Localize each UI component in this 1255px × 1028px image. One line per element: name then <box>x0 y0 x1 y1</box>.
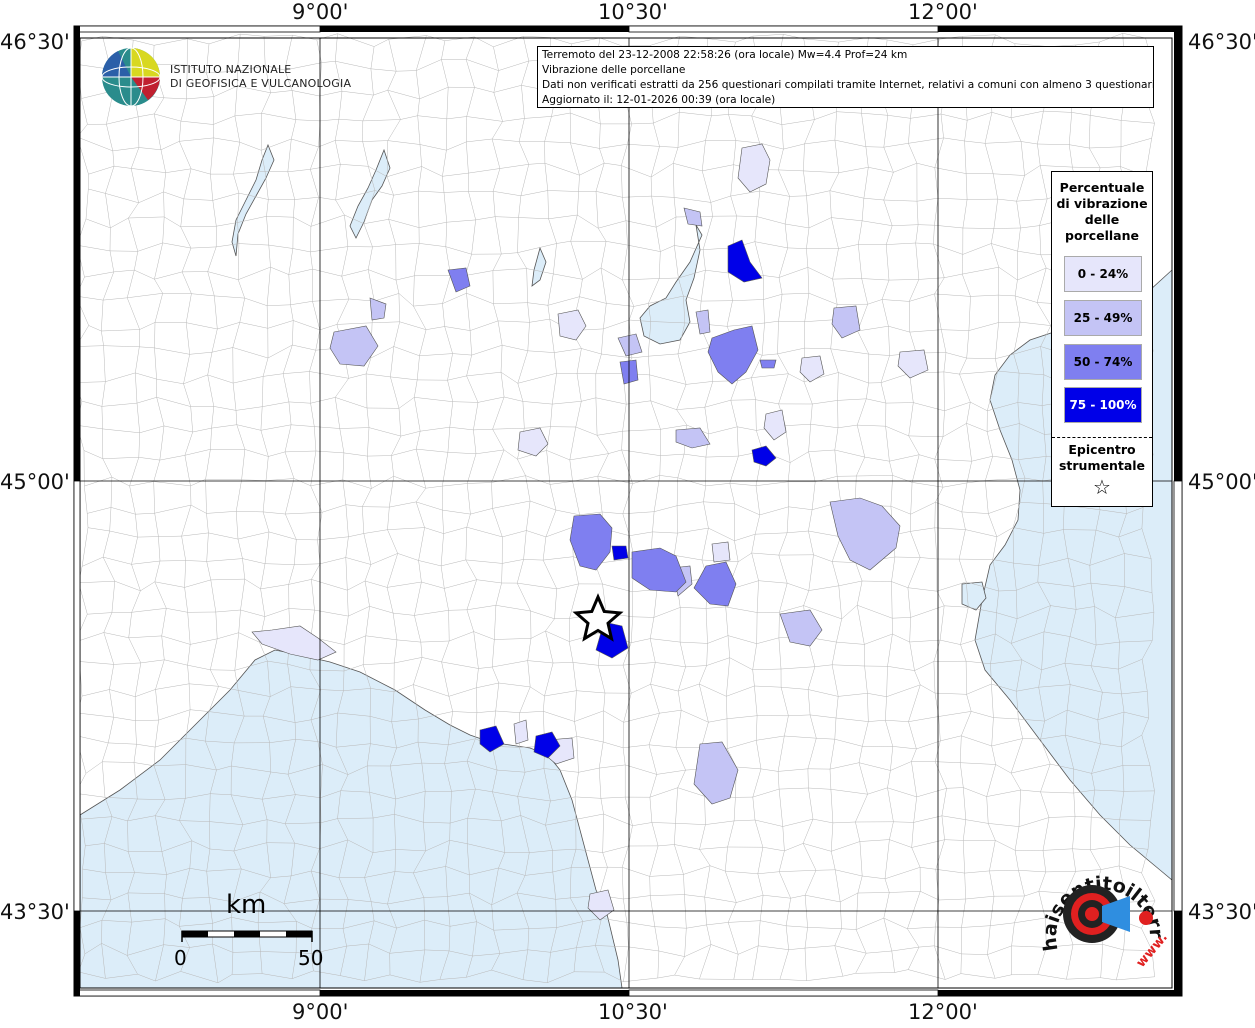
lat-label-right: 45°00' <box>1188 470 1255 494</box>
legend-class-label: 50 - 74% <box>1073 355 1133 369</box>
lon-label-top: 12°00' <box>908 0 978 24</box>
lon-label-top: 9°00' <box>292 0 349 24</box>
scale-end: 50 <box>298 946 324 970</box>
event-info-box: Terremoto del 23-12-2008 22:58:26 (ora l… <box>537 46 1154 108</box>
lon-label-bottom: 10°30' <box>598 1000 668 1024</box>
legend-star-icon: ☆ <box>1093 475 1111 499</box>
municipality-class-3 <box>759 359 777 369</box>
lon-label-bottom: 9°00' <box>292 1000 349 1024</box>
lat-label-left: 43°30' <box>0 900 70 924</box>
legend-class-75-100: 75 - 100% <box>1064 387 1142 423</box>
lat-label-right: 46°30' <box>1188 30 1255 54</box>
legend-class-0-24: 0 - 24% <box>1064 256 1142 292</box>
legend: Percentuale di vibrazione delle porcella… <box>1051 171 1153 507</box>
lat-label-right: 43°30' <box>1188 900 1255 924</box>
scale-start: 0 <box>174 946 187 970</box>
municipality-class-1 <box>513 719 529 745</box>
lat-label-left: 45°00' <box>0 470 70 494</box>
legend-epicenter-title: Epicentro strumentale <box>1058 442 1146 473</box>
legend-title: Percentuale di vibrazione delle porcella… <box>1056 180 1148 243</box>
legend-class-label: 0 - 24% <box>1077 267 1129 281</box>
ingv-logo-text: ISTITUTO NAZIONALE DI GEOFISICA E VULCAN… <box>170 63 351 91</box>
event-line: Terremoto del 23-12-2008 22:58:26 (ora l… <box>542 49 908 61</box>
ingv-line-2: DI GEOFISICA E VULCANOLOGIA <box>170 77 352 90</box>
ingv-globe-icon <box>101 47 161 107</box>
legend-class-50-74: 50 - 74% <box>1064 344 1142 380</box>
lon-label-bottom: 12°00' <box>908 1000 978 1024</box>
ingv-line-1: ISTITUTO NAZIONALE <box>170 63 292 76</box>
legend-class-25-49: 25 - 49% <box>1064 300 1142 336</box>
map-canvas: haisentitoilterremoto.it www. <box>0 0 1183 997</box>
lon-label-top: 10°30' <box>598 0 668 24</box>
map-figure: haisentitoilterremoto.it www. 9°00' 10°3… <box>0 0 1255 1024</box>
updated-line: Aggiornato il: 12-01-2026 00:39 (ora loc… <box>542 94 776 106</box>
municipality-class-1 <box>711 541 731 563</box>
scale-unit: km <box>226 890 267 920</box>
map-subject-line: Vibrazione delle porcellane <box>542 64 686 76</box>
data-note-line: Dati non verificati estratti da 256 ques… <box>542 79 1154 91</box>
legend-class-label: 25 - 49% <box>1073 311 1133 325</box>
legend-divider <box>1052 437 1152 438</box>
legend-class-label: 75 - 100% <box>1069 398 1137 412</box>
municipality-class-4 <box>611 545 629 561</box>
lat-label-left: 46°30' <box>0 30 70 54</box>
